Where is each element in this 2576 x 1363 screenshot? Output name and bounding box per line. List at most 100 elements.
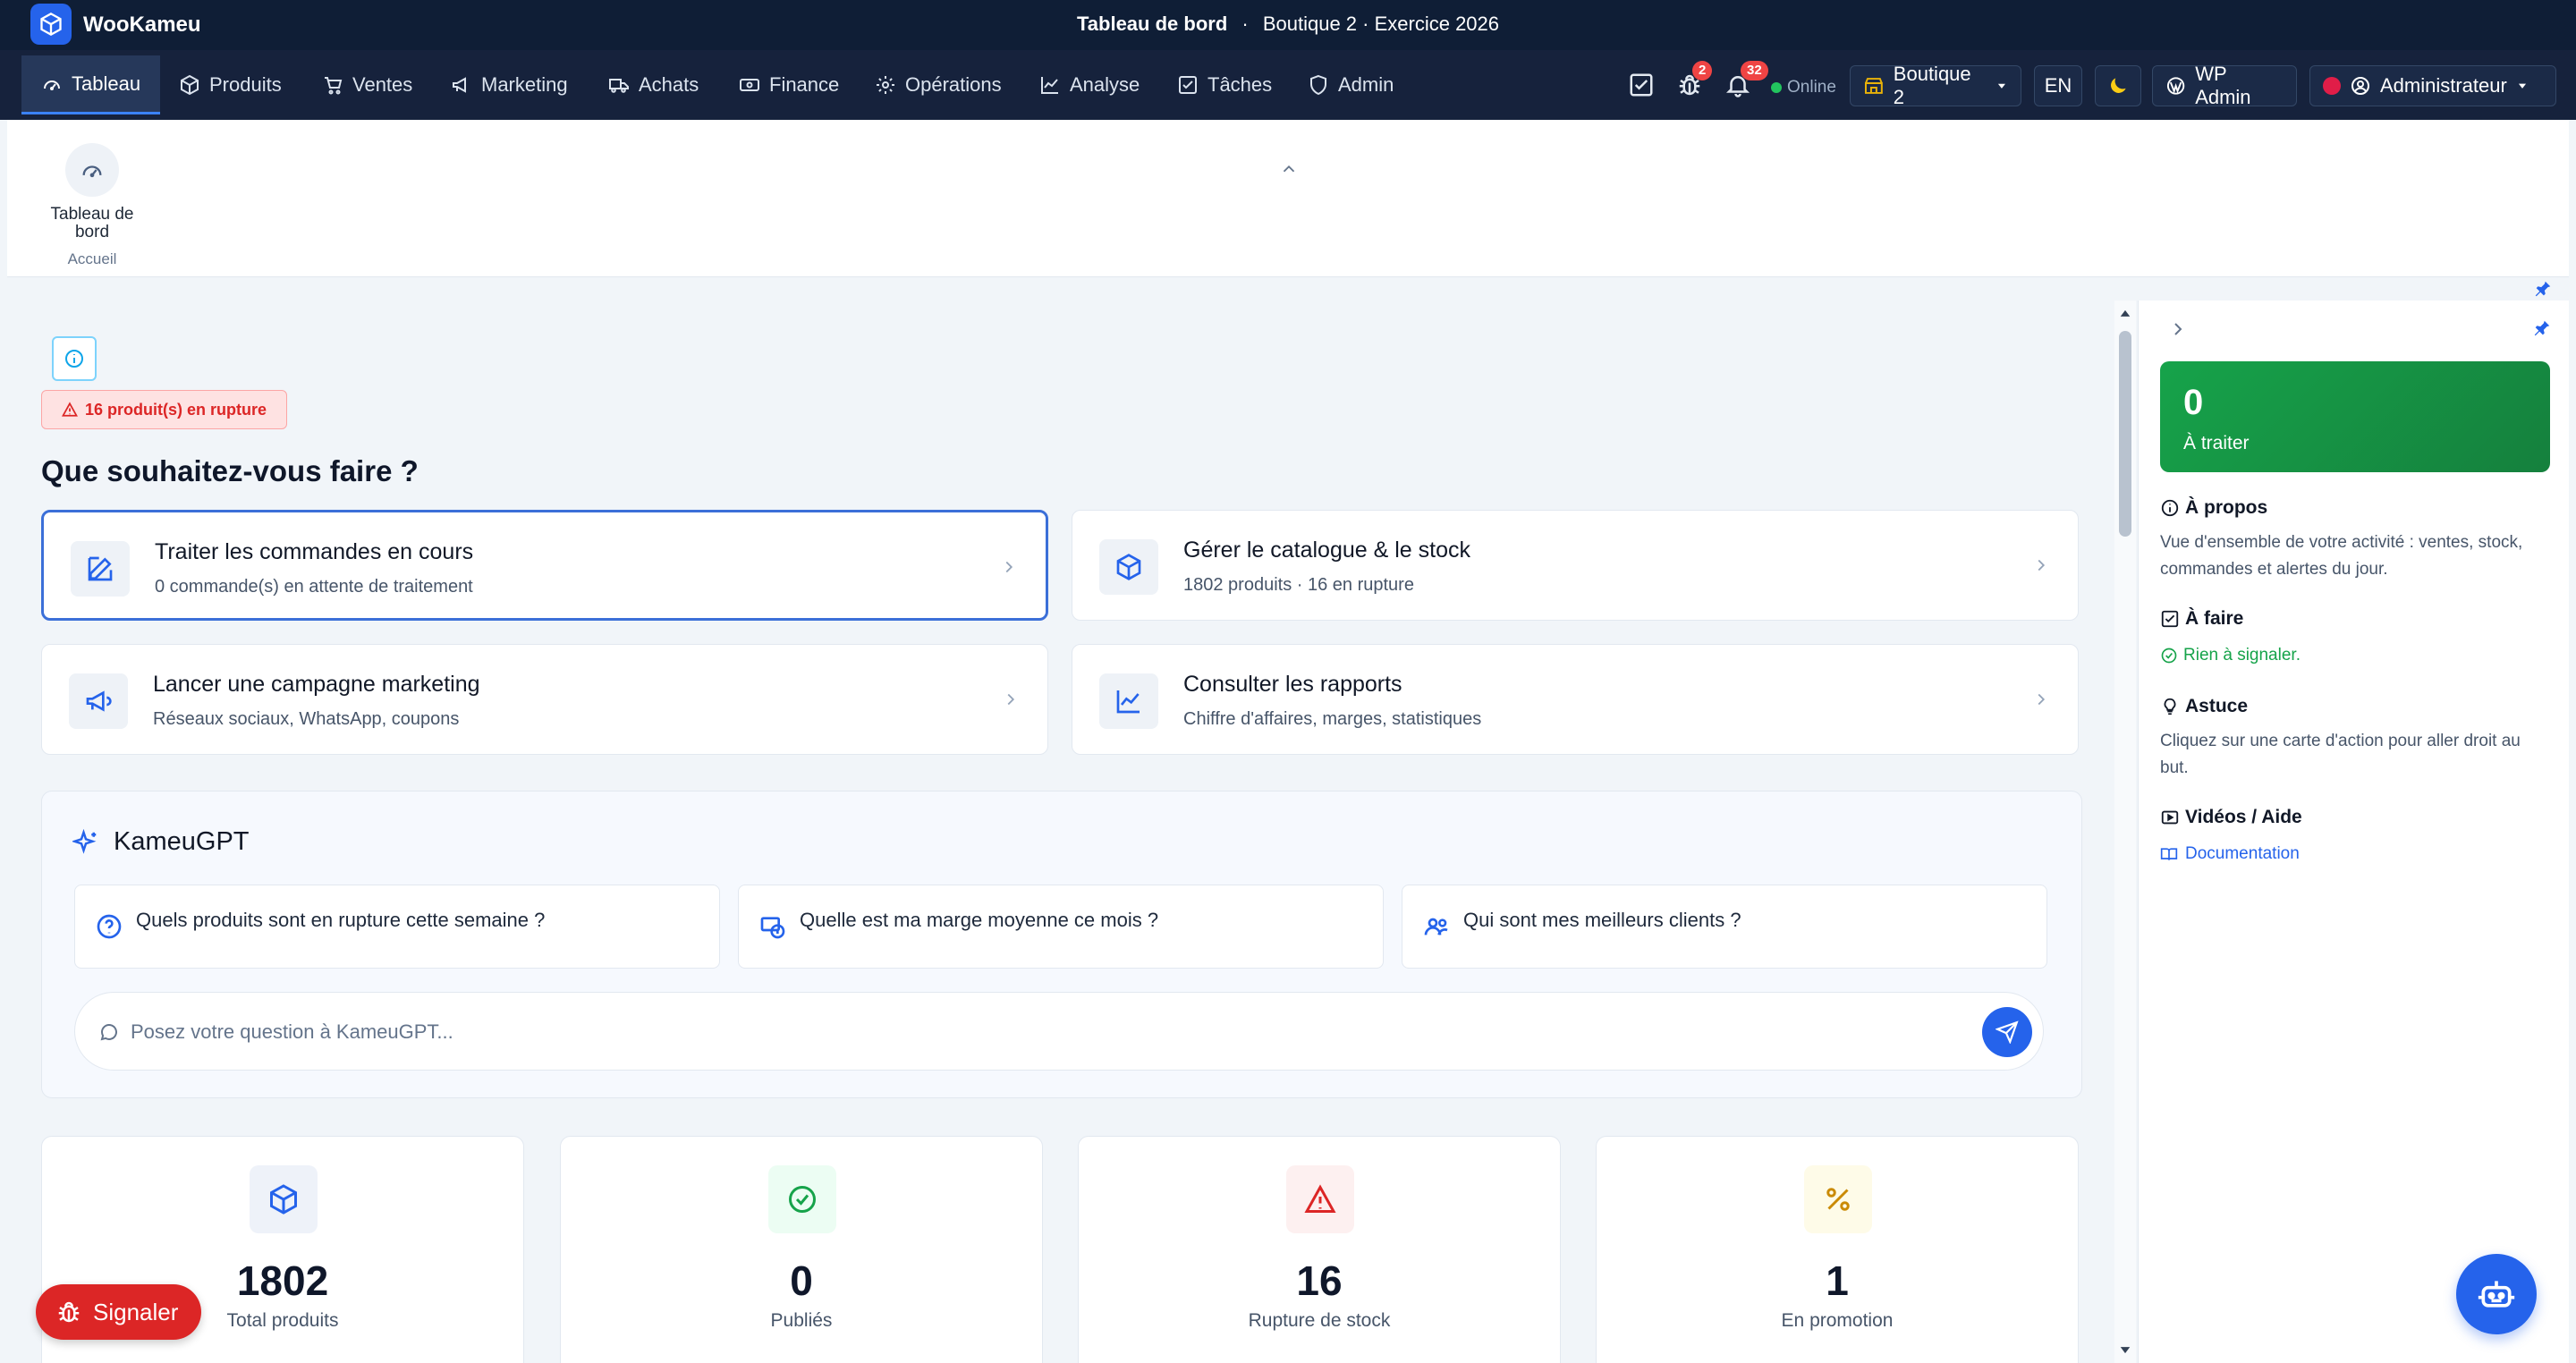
bug-report-button[interactable]: 2 (1676, 61, 1713, 98)
tip-title: Astuce (2185, 696, 2249, 716)
nav-item-produits[interactable]: Produits (159, 55, 301, 114)
nav-item-achats[interactable]: Achats (589, 55, 718, 114)
scroll-thumb[interactable] (2119, 331, 2131, 537)
pin-icon[interactable] (2532, 318, 2552, 338)
suggestion-stockouts[interactable]: Quels produits sont en rupture cette sem… (74, 885, 720, 969)
send-button[interactable] (1982, 1007, 2032, 1057)
chevron-right-icon (1007, 693, 1015, 706)
notifications-button[interactable]: 32 (1724, 61, 1768, 98)
collapse-panel-chevron-icon[interactable] (2167, 318, 2189, 340)
warning-icon (62, 402, 78, 417)
page-title: Tableau de bord (1076, 13, 1228, 35)
ribbon-item-dashboard[interactable]: Tableau de bord Accueil (34, 143, 150, 268)
user-menu[interactable]: Administrateur (2309, 65, 2556, 106)
gauge-icon (44, 80, 60, 90)
report-bug-label: Signaler (93, 1298, 179, 1325)
question-icon (97, 914, 122, 939)
info-icon (65, 350, 83, 368)
scroll-down-icon[interactable] (2119, 1343, 2131, 1356)
sparkles-icon (72, 829, 97, 854)
stat-value: 1 (1826, 1257, 1849, 1304)
ribbon-label: Tableau de bord (50, 205, 134, 241)
report-bug-button[interactable]: Signaler (36, 1284, 202, 1340)
store-icon (1864, 78, 1883, 94)
right-side-panel: 0 À traiter À propos Vue d'ensemble de v… (2138, 301, 2569, 1363)
money-cycle-icon (760, 917, 785, 939)
send-icon (1996, 1020, 2019, 1044)
moon-icon (2111, 78, 2126, 93)
stock-alert-badge[interactable]: 16 produit(s) en rupture (41, 390, 288, 429)
suggestion-customers[interactable]: Qui sont mes meilleurs clients ? (1402, 885, 2047, 969)
nav-item-taches[interactable]: Tâches (1157, 55, 1292, 114)
todo-summary-card[interactable]: 0 À traiter (2160, 361, 2550, 472)
info-button[interactable] (52, 336, 97, 381)
chart-line-icon (1099, 673, 1158, 729)
chat-bubble-icon (100, 1024, 117, 1041)
shop-selector[interactable]: Boutique 2 (1850, 63, 2021, 108)
nav-item-analyse[interactable]: Analyse (1020, 55, 1159, 114)
nav-item-marketing[interactable]: Marketing (431, 55, 588, 114)
main-scrollbar[interactable] (2114, 301, 2136, 1363)
tasks-check-icon[interactable] (1628, 72, 1655, 98)
action-subtitle: 0 commande(s) en attente de traitement (155, 577, 473, 597)
scroll-up-icon[interactable] (2119, 308, 2131, 320)
todo-title: À faire (2185, 608, 2244, 629)
action-card-marketing[interactable]: Lancer une campagne marketing Réseaux so… (41, 644, 1048, 755)
chevron-right-icon (2038, 693, 2046, 706)
pin-icon[interactable] (2533, 279, 2553, 299)
language-button[interactable]: EN (2034, 65, 2082, 106)
check-circle-icon (768, 1165, 836, 1233)
tip-text: Cliquez sur une carte d'action pour alle… (2160, 732, 2521, 777)
edit-icon (71, 541, 130, 597)
nav-label: Analyse (1070, 73, 1140, 96)
collapse-ribbon-chevron-up-icon[interactable] (1279, 159, 1299, 179)
nav-item-tableau[interactable]: Tableau (21, 55, 161, 114)
kameugpt-panel: KameuGPT Quels produits sont en rupture … (41, 791, 2082, 1098)
action-card-catalog[interactable]: Gérer le catalogue & le stock 1802 produ… (1072, 510, 2079, 621)
online-dot-icon (1771, 82, 1782, 93)
stat-label: Rupture de stock (1248, 1310, 1391, 1331)
banknote-icon (740, 79, 759, 91)
nav-item-operations[interactable]: Opérations (855, 55, 1021, 114)
stock-alert-text: 16 produit(s) en rupture (85, 400, 267, 419)
megaphone-icon (453, 77, 466, 93)
nav-item-admin[interactable]: Admin (1288, 55, 1413, 114)
assistant-bot-button[interactable] (2456, 1254, 2537, 1334)
bug-badge: 2 (1692, 61, 1713, 80)
bug-icon (58, 1301, 80, 1323)
book-icon (2160, 848, 2178, 860)
chevron-right-icon (2038, 559, 2046, 571)
info-icon (2161, 499, 2179, 517)
kameugpt-question-input[interactable] (131, 1012, 1902, 1052)
stat-card-published[interactable]: 0 Publiés (560, 1136, 1043, 1363)
nav-item-ventes[interactable]: Ventes (302, 55, 432, 114)
shield-icon (1310, 74, 1326, 96)
kameugpt-title: KameuGPT (114, 827, 250, 856)
robot-icon (2478, 1281, 2515, 1308)
nav-item-finance[interactable]: Finance (719, 55, 859, 114)
action-title: Gérer le catalogue & le stock (1183, 538, 1470, 563)
shop-label: Boutique 2 (1893, 63, 1971, 108)
wp-admin-link[interactable]: WP Admin (2152, 63, 2297, 108)
kameugpt-input-wrapper (74, 992, 2044, 1071)
main-heading: Que souhaitez-vous faire ? (41, 454, 419, 487)
action-card-reports[interactable]: Consulter les rapports Chiffre d'affaire… (1072, 644, 2079, 755)
videos-heading: Vidéos / Aide (2160, 807, 2302, 828)
stat-card-out-of-stock[interactable]: 16 Rupture de stock (1078, 1136, 1561, 1363)
video-icon (2161, 810, 2179, 825)
chart-line-icon (1041, 77, 1058, 94)
box-icon (1099, 539, 1158, 595)
notifications-badge: 32 (1741, 61, 1768, 80)
stat-card-promotion[interactable]: 1 En promotion (1596, 1136, 2079, 1363)
documentation-link[interactable]: Documentation (2160, 844, 2300, 864)
ribbon-sublabel: Accueil (67, 250, 117, 267)
action-title: Consulter les rapports (1183, 672, 1402, 697)
action-card-orders[interactable]: Traiter les commandes en cours 0 command… (41, 510, 1048, 621)
suggestion-margin[interactable]: Quelle est ma marge moyenne ce mois ? (738, 885, 1384, 969)
users-icon (1424, 918, 1448, 935)
user-circle-icon (2351, 77, 2369, 95)
tip-heading: Astuce (2160, 696, 2248, 717)
nav-label: Achats (639, 73, 699, 96)
nav-label: Finance (769, 73, 840, 96)
theme-toggle[interactable] (2095, 65, 2141, 106)
